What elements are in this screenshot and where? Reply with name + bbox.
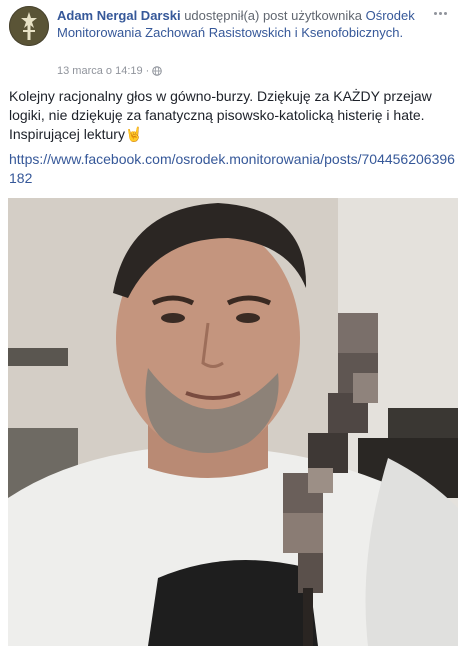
post-header: Adam Nergal Darski udostępnił(a) post uż…: [57, 7, 427, 41]
post-body-text: Kolejny racjonalny głos w gówno-burzy. D…: [9, 88, 432, 142]
author-avatar[interactable]: [9, 6, 49, 46]
author-name[interactable]: Adam Nergal Darski: [57, 8, 181, 23]
post-timestamp[interactable]: 13 marca o 14:19: [57, 64, 143, 78]
post-photo[interactable]: [8, 198, 458, 646]
more-options-icon[interactable]: [428, 6, 452, 20]
globe-icon[interactable]: [152, 66, 163, 76]
share-action-text: udostępnił(a) post użytkownika: [184, 8, 362, 23]
post-meta: 13 marca o 14:19 ·: [57, 64, 163, 78]
post-link[interactable]: https://www.facebook.com/osrodek.monitor…: [9, 150, 459, 188]
meta-separator: ·: [145, 65, 150, 77]
facebook-post: Adam Nergal Darski udostępnił(a) post uż…: [0, 0, 462, 646]
